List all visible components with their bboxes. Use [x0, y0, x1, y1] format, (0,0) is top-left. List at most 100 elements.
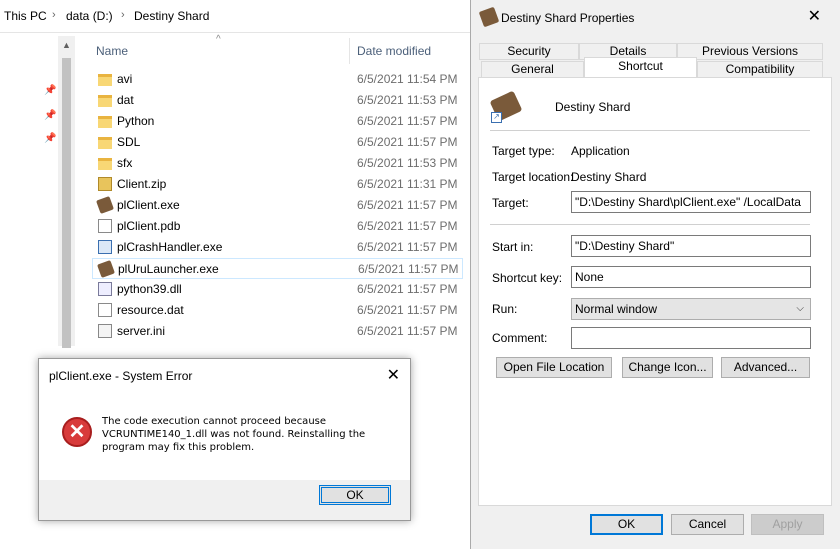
shard-app-icon [478, 6, 500, 28]
pin-icon: 📌 [44, 110, 57, 121]
file-icon [98, 303, 112, 317]
properties-title: Destiny Shard Properties [501, 11, 635, 25]
file-date: 6/5/2021 11:57 PM [357, 282, 458, 296]
file-name: plClient.exe [117, 198, 180, 212]
file-date: 6/5/2021 11:57 PM [357, 303, 458, 317]
column-header-date[interactable]: Date modified [357, 44, 431, 58]
column-divider[interactable] [349, 38, 350, 64]
file-row-plcrashhandler-exe[interactable]: plCrashHandler.exe 6/5/2021 11:57 PM [92, 237, 463, 258]
error-ok-button[interactable]: OK [319, 485, 391, 505]
ini-icon [98, 324, 112, 338]
ok-button[interactable]: OK [590, 514, 663, 535]
tab-general[interactable]: General [481, 61, 584, 78]
pin-icon: 📌 [44, 85, 57, 96]
file-name: SDL [117, 135, 141, 149]
tab-shortcut[interactable]: Shortcut [584, 57, 697, 79]
column-header-name[interactable]: Name [96, 44, 128, 58]
close-icon[interactable]: ✕ [808, 6, 821, 26]
file-row-pluru-launcher-exe[interactable]: plUruLauncher.exe 6/5/2021 11:57 PM [92, 258, 463, 279]
file-row-avi[interactable]: avi 6/5/2021 11:54 PM [92, 69, 463, 90]
file-date: 6/5/2021 11:57 PM [357, 135, 458, 149]
file-date: 6/5/2021 11:53 PM [357, 93, 458, 107]
scrollbar-thumb[interactable] [62, 58, 71, 348]
shortcut-key-input[interactable]: None [571, 266, 811, 288]
tab-compatibility[interactable]: Compatibility [697, 61, 823, 78]
tab-security[interactable]: Security [479, 43, 579, 60]
divider [490, 224, 810, 225]
file-name: plUruLauncher.exe [118, 262, 219, 276]
file-date: 6/5/2021 11:57 PM [357, 240, 458, 254]
file-row-client-zip[interactable]: Client.zip 6/5/2021 11:31 PM [92, 174, 463, 195]
file-name: avi [117, 72, 133, 86]
file-date: 6/5/2021 11:31 PM [357, 177, 458, 191]
sort-ascending-icon: ^ [216, 34, 221, 45]
file-date: 6/5/2021 11:57 PM [357, 198, 458, 212]
file-date: 6/5/2021 11:57 PM [358, 262, 459, 276]
shortcut-name[interactable]: Destiny Shard [555, 100, 630, 114]
shortcut-key-label: Shortcut key: [492, 271, 563, 285]
target-input[interactable]: "D:\Destiny Shard\plClient.exe" /LocalDa… [571, 191, 811, 213]
chevron-right-icon: › [121, 9, 125, 21]
open-file-location-button[interactable]: Open File Location [496, 357, 612, 378]
file-name: plCrashHandler.exe [117, 240, 223, 254]
file-name: Python [117, 114, 155, 128]
file-row-python[interactable]: Python 6/5/2021 11:57 PM [92, 111, 463, 132]
shortcut-arrow-icon: ↗ [491, 112, 502, 123]
file-name: sfx [117, 156, 133, 170]
error-dialog-title: plClient.exe - System Error [49, 369, 193, 383]
file-name: Client.zip [117, 177, 167, 191]
cancel-button[interactable]: Cancel [671, 514, 744, 535]
zip-icon [98, 177, 112, 191]
shard-app-icon [96, 196, 114, 214]
file-date: 6/5/2021 11:57 PM [357, 219, 458, 233]
file-row-plclient-exe[interactable]: plClient.exe 6/5/2021 11:57 PM [92, 195, 463, 216]
start-in-input[interactable]: "D:\Destiny Shard" [571, 235, 811, 257]
target-location-label: Target location: [492, 170, 574, 184]
file-row-python39-dll[interactable]: python39.dll 6/5/2021 11:57 PM [92, 279, 463, 300]
target-label: Target: [492, 196, 529, 210]
folder-icon [98, 116, 112, 128]
apply-button: Apply [751, 514, 824, 535]
file-name: resource.dat [117, 303, 184, 317]
error-message: The code execution cannot proceed becaus… [102, 416, 366, 453]
system-error-dialog: plClient.exe - System Error ✕ ✕ The code… [38, 358, 411, 521]
tab-previous-versions[interactable]: Previous Versions [677, 43, 823, 60]
change-icon-button[interactable]: Change Icon... [622, 357, 713, 378]
file-date: 6/5/2021 11:57 PM [357, 324, 458, 338]
file-row-sdl[interactable]: SDL 6/5/2021 11:57 PM [92, 132, 463, 153]
target-location-value: Destiny Shard [571, 170, 647, 184]
exe-window-icon [98, 240, 112, 254]
file-row-dat[interactable]: dat 6/5/2021 11:53 PM [92, 90, 463, 111]
shortcut-panel [478, 77, 832, 506]
chevron-down-icon: ⌵ [796, 303, 804, 314]
scroll-up-icon[interactable]: ▲ [62, 40, 71, 50]
start-in-label: Start in: [492, 240, 534, 254]
file-name: server.ini [117, 324, 166, 338]
file-date: 6/5/2021 11:54 PM [357, 72, 458, 86]
target-type-label: Target type: [492, 144, 555, 158]
divider [490, 130, 810, 131]
breadcrumb-this-pc[interactable]: This PC [4, 9, 47, 23]
close-icon[interactable]: ✕ [387, 365, 400, 385]
file-row-server-ini[interactable]: server.ini 6/5/2021 11:57 PM [92, 321, 463, 342]
file-row-plclient-pdb[interactable]: plClient.pdb 6/5/2021 11:57 PM [92, 216, 463, 237]
file-date: 6/5/2021 11:53 PM [357, 156, 458, 170]
comment-label: Comment: [492, 331, 548, 345]
breadcrumb-folder[interactable]: Destiny Shard [134, 9, 209, 23]
file-row-resource-dat[interactable]: resource.dat 6/5/2021 11:57 PM [92, 300, 463, 321]
address-bar[interactable]: This PC › data (D:) › Destiny Shard [0, 0, 470, 33]
folder-icon [98, 137, 112, 149]
ok-label: OK [346, 488, 364, 502]
comment-input[interactable] [571, 327, 811, 349]
error-icon: ✕ [62, 417, 92, 447]
chevron-right-icon: › [52, 9, 56, 21]
run-selected-value: Normal window [575, 302, 658, 316]
advanced-button[interactable]: Advanced... [721, 357, 810, 378]
file-row-sfx[interactable]: sfx 6/5/2021 11:53 PM [92, 153, 463, 174]
breadcrumb-drive[interactable]: data (D:) [66, 9, 113, 23]
vertical-scrollbar[interactable]: ▲ [58, 36, 75, 348]
run-select[interactable]: Normal window ⌵ [571, 298, 811, 320]
dll-icon [98, 282, 112, 296]
folder-icon [98, 158, 112, 170]
run-label: Run: [492, 302, 518, 316]
